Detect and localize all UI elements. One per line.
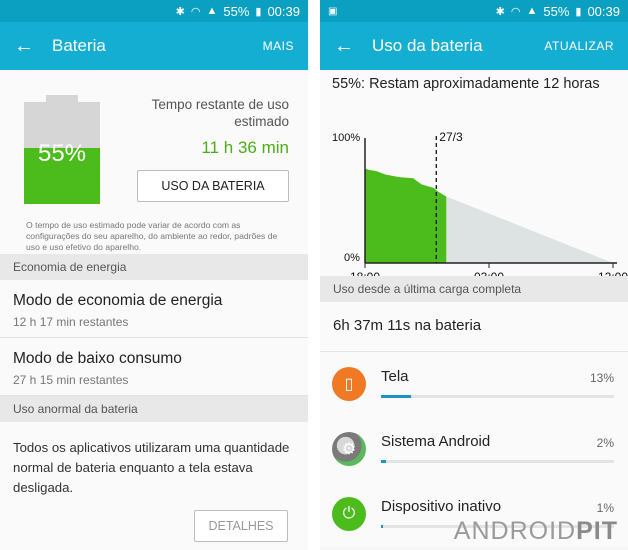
power-icon: ⏻ xyxy=(332,497,366,531)
estimate-label: Tempo restante de uso estimado xyxy=(151,97,289,129)
usage-total-time: 6h 37m 11s na bateria xyxy=(320,302,628,352)
x-tick-label: 12:00 xyxy=(598,270,628,276)
signal-icon: ▲ xyxy=(526,5,538,17)
energy-section-header: Economia de energia xyxy=(0,254,308,280)
signal-icon: ▲ xyxy=(206,5,218,17)
list-item-subtitle: 12 h 17 min restantes xyxy=(13,315,129,329)
x-tick-label: 03:00 xyxy=(474,270,504,276)
screenshot-notification-icon: ▣ xyxy=(328,5,338,17)
back-arrow-icon[interactable]: ← xyxy=(334,35,356,58)
more-button[interactable]: MAIS xyxy=(263,39,294,53)
app-bar: ← Bateria MAIS xyxy=(0,22,308,70)
status-battery-percent: 55% xyxy=(223,3,250,19)
abnormal-section-header: Uso anormal da bateria xyxy=(0,396,308,422)
estimate-value: 11 h 36 min xyxy=(201,138,289,157)
usage-bar xyxy=(381,525,384,528)
abnormal-usage-text: Todos os aplicativos utilizaram uma quan… xyxy=(13,440,290,495)
power-saving-mode-item[interactable]: Modo de economia de energia 12 h 17 min … xyxy=(0,280,308,338)
app-name: Dispositivo inativo xyxy=(381,498,502,515)
app-percent: 1% xyxy=(596,501,614,515)
battery-graphic: 55% xyxy=(24,102,100,204)
battery-cap xyxy=(46,95,78,102)
wifi-icon: ◠ xyxy=(190,5,201,18)
status-bar: ✱ ◠ ▲ 55% ▮ 00:39 xyxy=(0,0,308,22)
usage-bar-track xyxy=(381,395,614,398)
chart-svg: 27/3 100% 0% 18:00 03:00 12:00 xyxy=(332,130,628,276)
x-tick-label: 18:00 xyxy=(350,270,380,276)
date-marker-label: 27/3 xyxy=(439,130,463,144)
list-item-title: Modo de baixo consumo xyxy=(13,350,182,367)
app-bar: ← Uso da bateria ATUALIZAR xyxy=(320,22,628,70)
battery-card: 55% Tempo restante de uso estimado 11 h … xyxy=(0,70,308,254)
battery-screen: ✱ ◠ ▲ 55% ▮ 00:39 ← Bateria MAIS 55% Tem… xyxy=(0,0,308,550)
refresh-button[interactable]: ATUALIZAR xyxy=(544,39,614,53)
ultra-power-saving-mode-item[interactable]: Modo de baixo consumo 27 h 15 min restan… xyxy=(0,338,308,396)
details-button[interactable]: DETALHES xyxy=(194,510,288,542)
page-title: Bateria xyxy=(52,36,106,55)
abnormal-usage-card: Todos os aplicativos utilizaram uma quan… xyxy=(0,422,308,550)
app-name: Tela xyxy=(381,368,409,385)
app-name: Sistema Android xyxy=(381,433,491,450)
app-percent: 2% xyxy=(596,436,614,450)
list-item-title: Modo de economia de energia xyxy=(13,292,223,309)
wifi-icon: ◠ xyxy=(510,5,521,18)
battery-history-chart: 27/3 100% 0% 18:00 03:00 12:00 xyxy=(320,102,628,276)
android-system-icon: ⚙ xyxy=(332,432,366,466)
app-usage-row[interactable]: ▯ Tela 13% xyxy=(320,352,628,417)
battery-status-icon: ▮ xyxy=(575,5,582,18)
watermark-light: ANDROID xyxy=(453,517,577,545)
status-time: 00:39 xyxy=(587,3,620,19)
battery-usage-button[interactable]: USO DA BATERIA xyxy=(137,170,289,202)
app-usage-row[interactable]: ⚙ Sistema Android 2% xyxy=(320,417,628,482)
y-tick-label: 0% xyxy=(344,252,360,264)
screen: ✱ ◠ ▲ 55% ▮ 00:39 ← Bateria MAIS 55% Tem… xyxy=(0,0,628,550)
back-arrow-icon[interactable]: ← xyxy=(14,35,36,58)
status-battery-percent: 55% xyxy=(543,3,570,19)
y-tick-label: 100% xyxy=(332,132,360,144)
battery-usage-screen: ▣ ✱ ◠ ▲ 55% ▮ 00:39 ← Uso da bateria ATU… xyxy=(320,0,628,550)
app-percent: 13% xyxy=(589,371,614,385)
page-title: Uso da bateria xyxy=(372,36,483,55)
status-bar: ▣ ✱ ◠ ▲ 55% ▮ 00:39 xyxy=(320,0,628,22)
bluetooth-icon: ✱ xyxy=(495,5,505,18)
estimate-disclaimer: O tempo de uso estimado pode variar de a… xyxy=(26,220,278,252)
usage-bar xyxy=(381,460,386,463)
bluetooth-icon: ✱ xyxy=(175,5,185,18)
usage-bar-track xyxy=(381,460,614,463)
status-time: 00:39 xyxy=(267,3,300,19)
usage-section-header: Uso desde a última carga completa xyxy=(320,276,628,302)
battery-status-icon: ▮ xyxy=(255,5,262,18)
actual-area xyxy=(365,168,447,263)
screen-icon: ▯ xyxy=(332,367,366,401)
list-item-subtitle: 27 h 15 min restantes xyxy=(13,373,129,387)
watermark-bold: PIT xyxy=(576,517,618,545)
battery-summary: 55%: Restam aproximadamente 12 horas xyxy=(320,70,628,102)
predicted-area xyxy=(446,196,613,263)
battery-percent: 55% xyxy=(37,140,87,167)
watermark: ANDROIDPIT xyxy=(454,517,618,546)
usage-bar xyxy=(381,395,412,398)
